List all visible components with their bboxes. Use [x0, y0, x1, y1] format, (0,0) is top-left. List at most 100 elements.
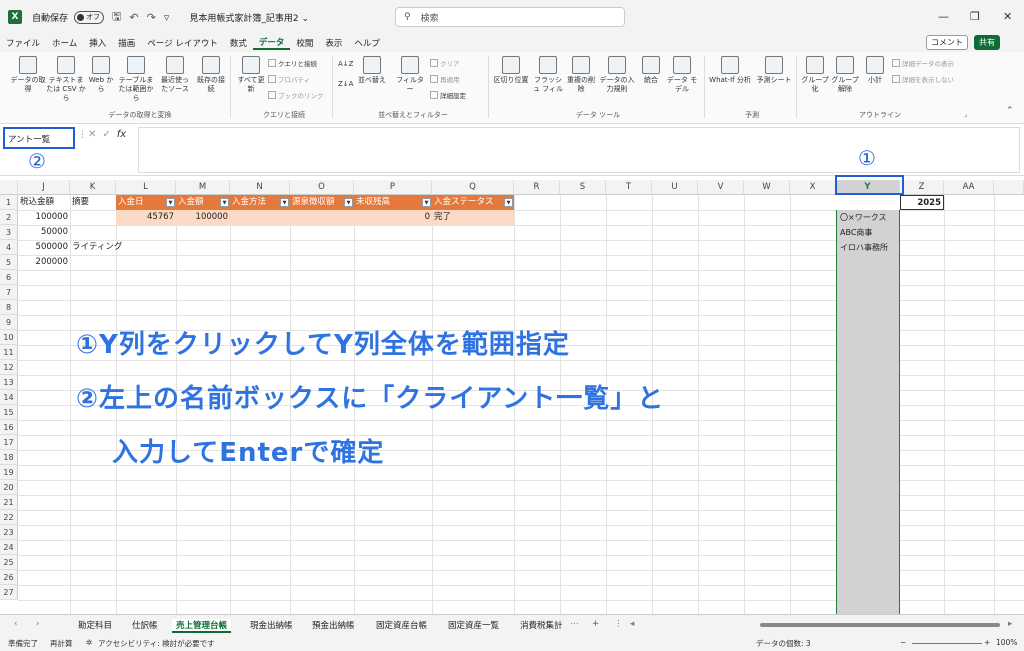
select-all-corner[interactable] [0, 180, 18, 195]
column-header-j[interactable]: J [18, 180, 70, 195]
sheet-tab-fixed-assets[interactable]: 固定資産台帳 [376, 619, 427, 631]
search-box[interactable]: ⚲ 検索 [395, 7, 625, 27]
data-validation-button[interactable]: データの入力規則 [598, 56, 636, 94]
customize-qat-icon[interactable]: ▿ [164, 11, 170, 24]
row-header[interactable]: 12 [0, 360, 18, 375]
cell-k4[interactable]: ライティング [70, 240, 150, 255]
cancel-icon[interactable]: ✕ [88, 129, 96, 140]
row-header[interactable]: 20 [0, 480, 18, 495]
row-header[interactable]: 25 [0, 555, 18, 570]
spreadsheet-grid[interactable]: J K L M N O P Q R S T U V W X Y Z AA 入金日… [0, 176, 1024, 614]
cell-z1[interactable]: 2025 [900, 195, 944, 210]
tab-view[interactable]: 表示 [319, 37, 348, 49]
from-web-button[interactable]: Web から [88, 56, 114, 94]
status-accessibility[interactable]: アクセシビリティ: 検討が必要です [98, 638, 215, 649]
autosave-toggle[interactable]: オフ [74, 10, 105, 24]
cell-k1[interactable]: 摘要 [70, 195, 116, 210]
add-sheet-icon[interactable]: + [592, 619, 599, 629]
filter-dropdown-icon[interactable]: ▼ [166, 198, 175, 207]
cell-j5[interactable]: 200000 [18, 255, 70, 270]
hide-detail-button[interactable]: 詳細を表示しない [892, 74, 954, 84]
get-data-button[interactable]: データの取得 [10, 56, 46, 94]
recent-sources-button[interactable]: 最近使ったソース [158, 56, 192, 94]
tab-draw[interactable]: 描画 [112, 37, 141, 49]
tab-scroll-next-icon[interactable]: › [36, 619, 39, 629]
workbook-links-button[interactable]: ブックのリンク [268, 90, 324, 100]
column-header-z[interactable]: Z [900, 180, 944, 195]
confirm-icon[interactable]: ✓ [102, 129, 110, 140]
sheet-tab-deposit-book[interactable]: 預金出納帳 [312, 619, 355, 631]
cell-p2[interactable]: 0 [354, 210, 432, 225]
table-header-payment-status[interactable]: 入金ステータス ▼ [432, 195, 514, 210]
cell-y2[interactable]: 〇×ワークス [838, 210, 902, 225]
zoom-level[interactable]: 100% [996, 638, 1017, 647]
reapply-button[interactable]: 再適用 [430, 74, 460, 84]
column-header-x[interactable]: X [790, 180, 836, 195]
row-header[interactable]: 14 [0, 390, 18, 405]
row-header[interactable]: 6 [0, 270, 18, 285]
advanced-button[interactable]: 詳細設定 [430, 90, 466, 100]
filter-dropdown-icon[interactable]: ▼ [504, 198, 513, 207]
column-header-s[interactable]: S [560, 180, 606, 195]
tab-help[interactable]: ヘルプ [348, 37, 386, 49]
row-header[interactable]: 18 [0, 450, 18, 465]
flash-fill-button[interactable]: フラッシュ フィル [532, 56, 564, 94]
column-header-v[interactable]: V [698, 180, 744, 195]
sort-asc-button[interactable]: A↓Z [338, 60, 353, 68]
row-header[interactable]: 13 [0, 375, 18, 390]
sheet-tab-cash-book[interactable]: 現金出納帳 [250, 619, 293, 631]
from-table-button[interactable]: テーブルまたは範囲から [116, 56, 156, 103]
row-header[interactable]: 5 [0, 255, 18, 270]
row-header[interactable]: 27 [0, 585, 18, 600]
restore-icon[interactable]: ❐ [970, 10, 980, 23]
row-header[interactable]: 3 [0, 225, 18, 240]
row-header[interactable]: 2 [0, 210, 18, 225]
row-header[interactable]: 10 [0, 330, 18, 345]
minimize-icon[interactable]: — [938, 10, 949, 23]
from-csv-button[interactable]: テキストまたは CSV から [46, 56, 86, 103]
outline-launcher-icon[interactable]: ⌟ [964, 110, 967, 118]
row-header[interactable]: 26 [0, 570, 18, 585]
column-header-t[interactable]: T [606, 180, 652, 195]
existing-connections-button[interactable]: 既存の接続 [196, 56, 226, 94]
filter-dropdown-icon[interactable]: ▼ [280, 198, 289, 207]
document-title[interactable]: 見本用帳式家計簿_記事用2 ⌄ [189, 11, 309, 24]
remove-duplicates-button[interactable]: 重複の削除 [566, 56, 596, 94]
consolidate-button[interactable]: 統合 [638, 56, 664, 85]
subtotal-button[interactable]: 小計 [862, 56, 888, 85]
tab-review[interactable]: 校閲 [290, 37, 319, 49]
sheet-tab-consumption-tax[interactable]: 消費税集計 [520, 619, 563, 631]
column-header-aa[interactable]: AA [944, 180, 994, 195]
sheet-tab-fixed-asset-list[interactable]: 固定資産一覧 [448, 619, 499, 631]
collapse-ribbon-icon[interactable]: ⌃ [1006, 106, 1014, 116]
row-header[interactable]: 21 [0, 495, 18, 510]
sort-desc-button[interactable]: Z↓A [338, 80, 353, 88]
column-header-k[interactable]: K [70, 180, 116, 195]
cell-y4[interactable]: イロハ事務所 [838, 240, 902, 255]
tab-options-icon[interactable]: ⋮ [614, 619, 623, 629]
row-header[interactable]: 19 [0, 465, 18, 480]
column-header-p[interactable]: P [354, 180, 432, 195]
cell-l2[interactable]: 45767 [116, 210, 176, 225]
save-icon[interactable]: 🖫 [112, 8, 121, 27]
text-to-columns-button[interactable]: 区切り位置 [492, 56, 530, 85]
scroll-right-icon[interactable]: ▸ [1008, 619, 1012, 629]
cell-m2[interactable]: 100000 [176, 210, 230, 225]
more-sheets-icon[interactable]: ⋯ [570, 619, 579, 629]
row-header[interactable]: 1 [0, 195, 18, 210]
redo-icon[interactable]: ↷ [147, 11, 156, 24]
filter-dropdown-icon[interactable]: ▼ [344, 198, 353, 207]
row-header[interactable]: 24 [0, 540, 18, 555]
scroll-left-icon[interactable]: ◂ [630, 619, 634, 629]
row-header[interactable]: 17 [0, 435, 18, 450]
group-button[interactable]: グループ化 [800, 56, 830, 94]
cell-q2[interactable]: 完了 [432, 210, 514, 225]
zoom-out-icon[interactable]: − [900, 638, 906, 647]
table-header-unpaid-balance[interactable]: 未収残高 ▼ [354, 195, 432, 210]
filter-button[interactable]: フィルター [394, 56, 426, 94]
row-header[interactable]: 16 [0, 420, 18, 435]
share-button[interactable]: 共有 [974, 35, 1000, 50]
column-header-r[interactable]: R [514, 180, 560, 195]
row-header[interactable]: 7 [0, 285, 18, 300]
name-box-dots-icon[interactable]: ⋮ [78, 130, 87, 140]
